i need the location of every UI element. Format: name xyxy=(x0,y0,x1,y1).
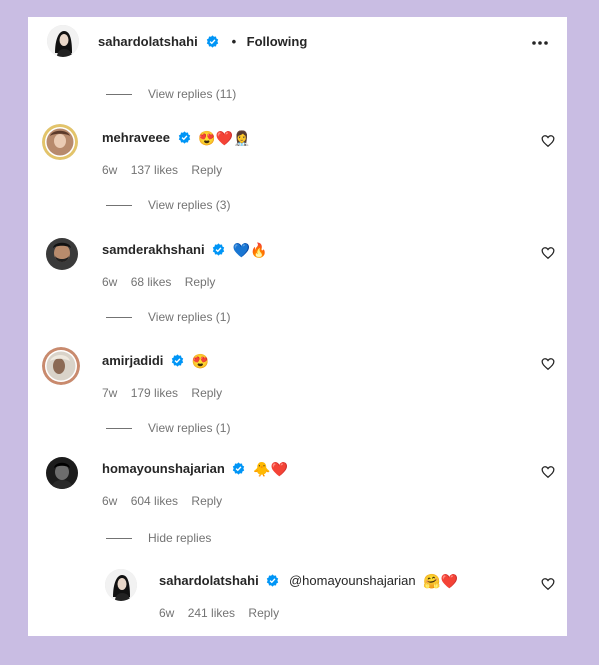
reply-button[interactable]: Reply xyxy=(191,494,222,508)
view-replies-button[interactable]: View replies (3) xyxy=(106,198,230,212)
like-heart-icon[interactable] xyxy=(541,357,555,371)
comment-username[interactable]: mehraveee xyxy=(102,130,170,145)
avatar[interactable] xyxy=(46,238,78,270)
comments-panel: sahardolatshahi • Following View replies… xyxy=(28,17,567,636)
reply-button[interactable]: Reply xyxy=(185,275,216,289)
like-heart-icon[interactable] xyxy=(541,246,555,260)
verified-badge-icon xyxy=(171,354,184,367)
divider-line xyxy=(106,94,132,96)
like-heart-icon[interactable] xyxy=(541,134,555,148)
divider-line xyxy=(106,205,132,207)
reply-button[interactable]: Reply xyxy=(248,606,279,620)
separator-dot: • xyxy=(231,34,237,49)
comment-emoji-text: 😍❤️👩‍⚕️ xyxy=(198,130,251,146)
avatar[interactable] xyxy=(105,569,137,601)
comment-age: 6w xyxy=(102,494,118,508)
post-header: sahardolatshahi • Following xyxy=(28,17,567,65)
reply-button[interactable]: Reply xyxy=(191,163,222,177)
like-heart-icon[interactable] xyxy=(541,465,555,479)
comment-username[interactable]: homayounshajarian xyxy=(102,461,225,476)
mention-link[interactable]: @homayounshajarian xyxy=(289,573,416,588)
comment-likes[interactable]: 68 likes xyxy=(131,275,172,289)
view-replies-button[interactable]: View replies (1) xyxy=(106,310,230,324)
comment-likes[interactable]: 241 likes xyxy=(188,606,235,620)
comment-age: 7w xyxy=(102,386,118,400)
hide-replies-label: Hide replies xyxy=(148,531,212,545)
view-replies-button[interactable]: View replies (11) xyxy=(106,87,236,101)
verified-badge-icon xyxy=(233,462,245,475)
comment-emoji-text: 🤗❤️ xyxy=(423,573,459,589)
hide-replies-button[interactable]: Hide replies xyxy=(106,531,211,545)
more-options-icon[interactable] xyxy=(531,30,549,51)
comment-username[interactable]: samderakhshani xyxy=(102,242,205,257)
reply-username[interactable]: sahardolatshahi xyxy=(159,573,259,588)
verified-badge-icon xyxy=(178,131,190,144)
avatar[interactable] xyxy=(47,25,79,57)
verified-badge-icon xyxy=(267,574,279,587)
view-replies-button[interactable]: View replies (1) xyxy=(106,421,230,435)
view-replies-label: View replies (1) xyxy=(148,421,231,435)
divider-line xyxy=(106,538,132,540)
verified-badge-icon xyxy=(213,243,225,256)
avatar[interactable] xyxy=(42,347,80,385)
comment-likes[interactable]: 604 likes xyxy=(131,494,178,508)
avatar[interactable] xyxy=(46,457,78,489)
comment-age: 6w xyxy=(159,606,175,620)
view-replies-label: View replies (3) xyxy=(148,198,231,212)
comment-likes[interactable]: 179 likes xyxy=(131,386,178,400)
comment-age: 6w xyxy=(102,163,118,177)
comment-emoji-text: 😍 xyxy=(191,353,210,369)
reply-button[interactable]: Reply xyxy=(191,386,222,400)
divider-line xyxy=(106,317,132,319)
like-heart-icon[interactable] xyxy=(541,577,555,591)
verified-badge-icon xyxy=(206,35,219,48)
divider-line xyxy=(106,428,132,430)
post-author-username[interactable]: sahardolatshahi xyxy=(98,34,198,49)
following-button[interactable]: Following xyxy=(247,34,308,49)
view-replies-label: View replies (1) xyxy=(148,310,231,324)
avatar[interactable] xyxy=(42,124,78,160)
comment-age: 6w xyxy=(102,275,118,289)
comment-likes[interactable]: 137 likes xyxy=(131,163,178,177)
comment-username[interactable]: amirjadidi xyxy=(102,353,163,368)
comment-emoji-text: 💙🔥 xyxy=(232,242,268,258)
comment-emoji-text: 🐥❤️ xyxy=(253,461,288,477)
view-replies-label: View replies (11) xyxy=(148,87,237,101)
